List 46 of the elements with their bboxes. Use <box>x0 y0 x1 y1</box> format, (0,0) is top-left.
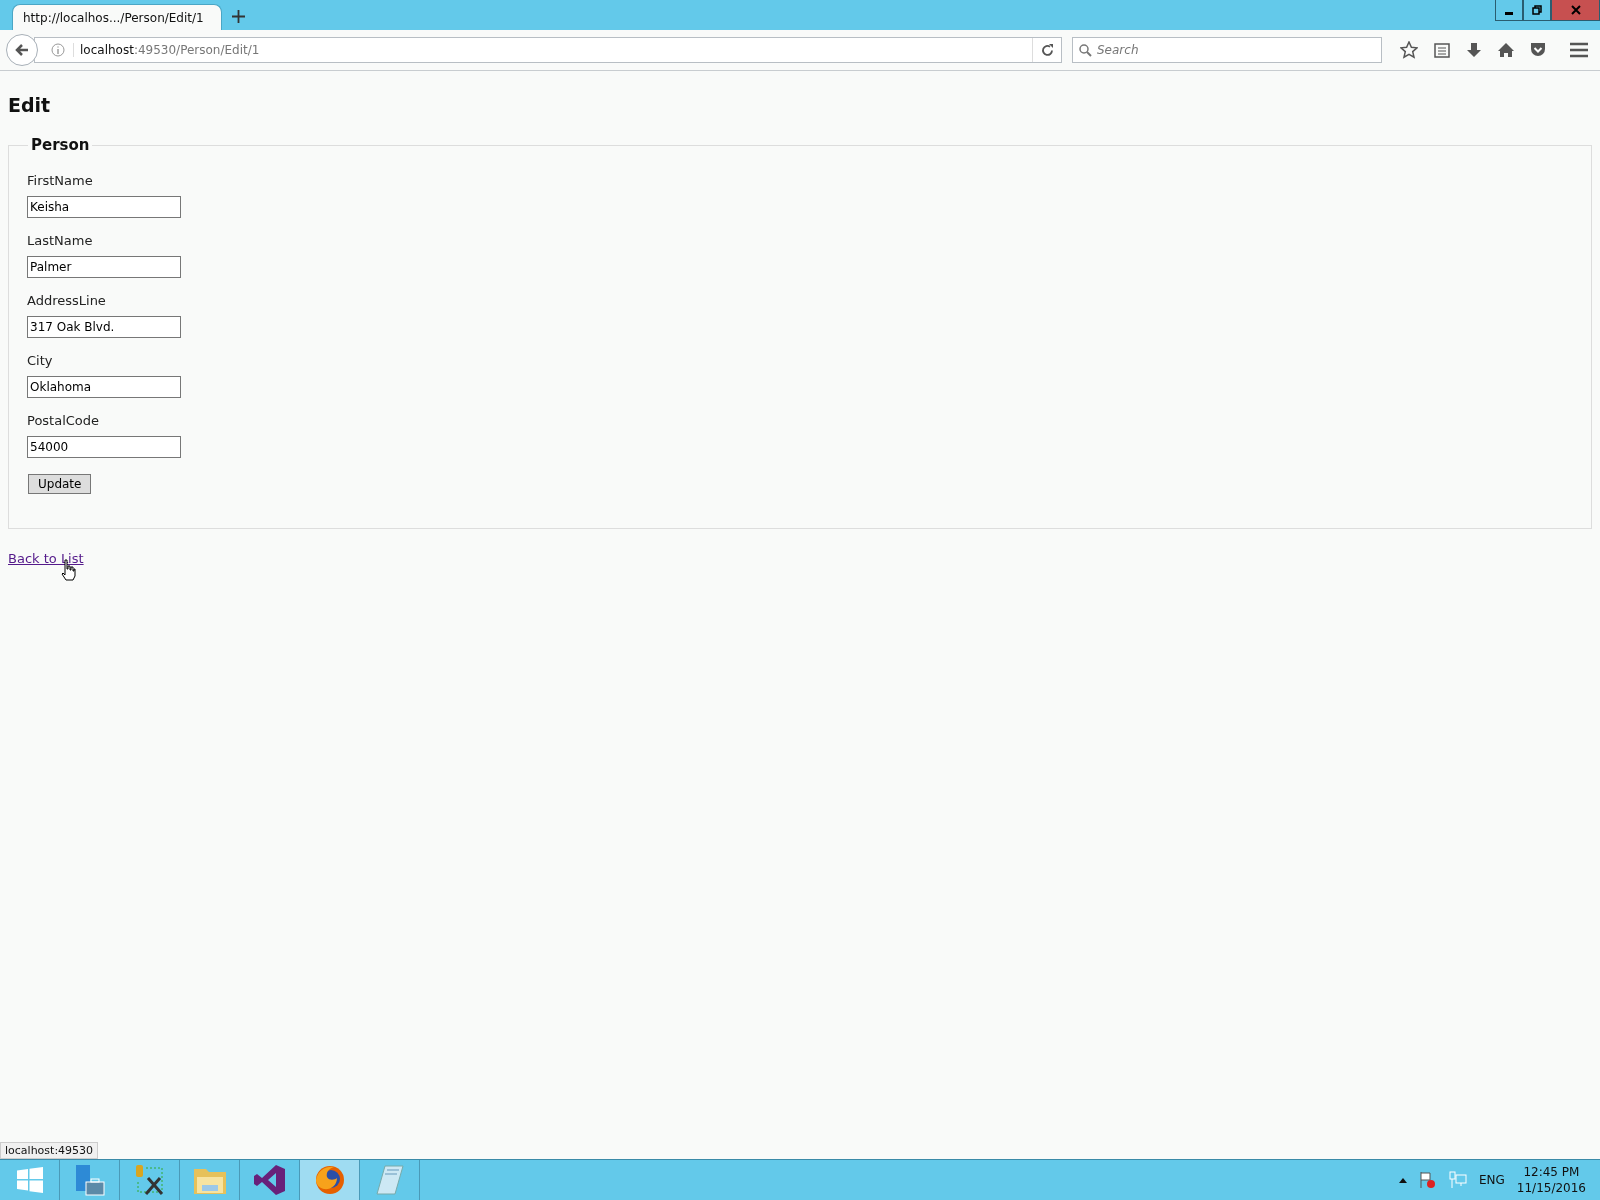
firefox-icon[interactable] <box>313 1164 346 1196</box>
clock-date: 11/15/2016 <box>1516 1181 1586 1195</box>
home-icon[interactable] <box>1498 42 1514 58</box>
field-label: City <box>27 353 54 368</box>
pocket-icon[interactable] <box>1530 42 1546 58</box>
language-indicator[interactable]: ENG <box>1478 1173 1505 1187</box>
close-button[interactable] <box>1551 0 1600 21</box>
input-field[interactable]: Oklahoma <box>27 376 181 398</box>
reading-list-icon[interactable] <box>1434 42 1450 58</box>
field-label: LastName <box>27 233 94 248</box>
taskbar-button[interactable] <box>300 1160 360 1200</box>
address-bar[interactable]: localhost:49530/Person/Edit/1 <box>34 37 1062 63</box>
input-field[interactable]: 54000 <box>27 436 181 458</box>
tab-title: http://localhos.../Person/Edit/1 <box>23 10 204 25</box>
update-button[interactable]: Update <box>28 474 92 494</box>
minimize-button[interactable] <box>1495 0 1523 21</box>
input-field[interactable]: 317 Oak Blvd. <box>27 316 181 338</box>
page-heading: Edit <box>8 94 52 116</box>
minimize-icon <box>1505 12 1513 15</box>
restore-icon <box>1532 5 1542 15</box>
field-label: AddressLine <box>27 293 107 308</box>
field-label: PostalCode <box>27 413 101 428</box>
input-field[interactable]: Palmer <box>27 256 181 278</box>
caret-up-icon[interactable] <box>1398 1177 1407 1183</box>
visual-studio-icon[interactable] <box>253 1164 286 1196</box>
flag-icon[interactable] <box>1418 1171 1437 1189</box>
download-icon[interactable] <box>1466 42 1482 58</box>
back-arrow-icon <box>14 42 30 58</box>
star-icon[interactable] <box>1400 41 1418 59</box>
search-field[interactable]: Search <box>1072 37 1382 63</box>
tools-icon[interactable] <box>133 1164 166 1196</box>
status-tooltip: localhost:49530 <box>0 1142 99 1159</box>
back-button[interactable] <box>6 34 38 66</box>
clock-time: 12:45 PM <box>1523 1165 1580 1179</box>
browser-tab[interactable]: http://localhos.../Person/Edit/1 <box>12 4 222 30</box>
new-tab-icon[interactable] <box>232 10 245 23</box>
field-label: FirstName <box>27 173 94 188</box>
menu-icon[interactable] <box>1570 42 1588 58</box>
server-toolbox-icon[interactable] <box>73 1164 106 1196</box>
reload-icon[interactable] <box>1040 43 1054 57</box>
clock[interactable]: 12:45 PM 11/15/2016 <box>1516 1165 1586 1195</box>
search-icon <box>1079 44 1092 57</box>
fieldset-legend: Person <box>28 136 93 154</box>
back-link[interactable]: Back to List <box>8 551 84 566</box>
input-field[interactable]: Keisha <box>27 196 181 218</box>
close-icon <box>1570 5 1581 15</box>
